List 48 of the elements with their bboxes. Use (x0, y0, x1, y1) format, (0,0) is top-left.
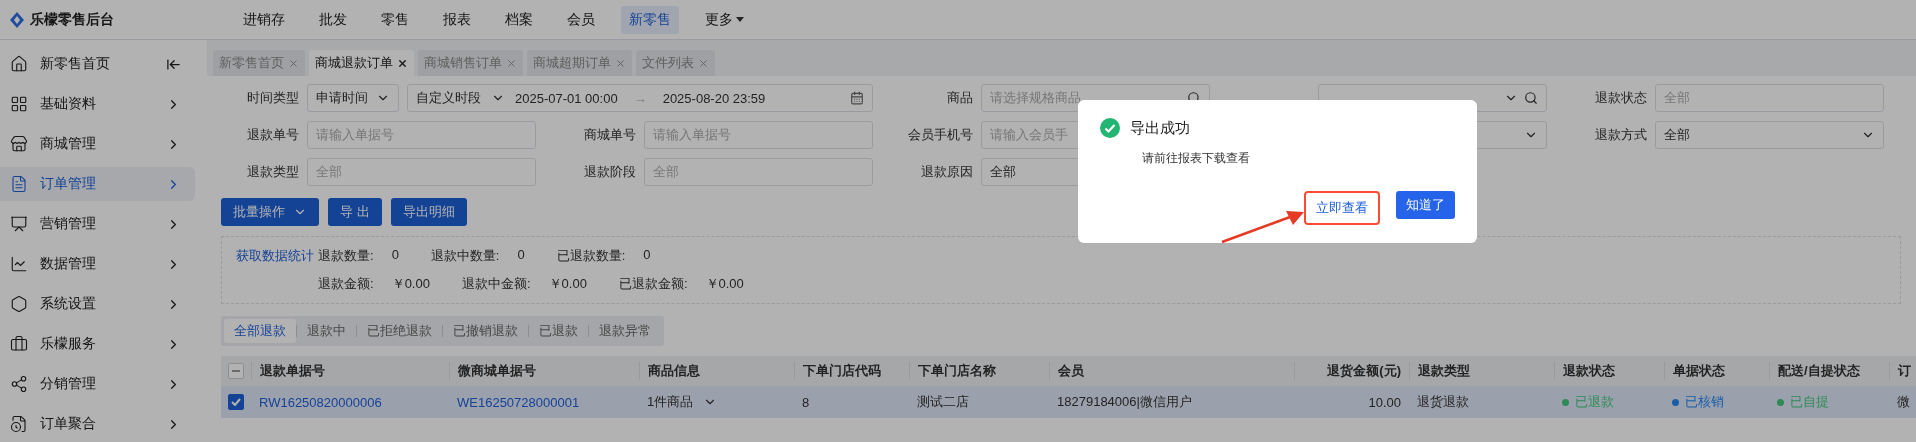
table-cell-text: 10.00 (1367, 394, 1402, 410)
field-label: 退款单号 (246, 126, 299, 144)
stat-value: ￥0.00 (548, 275, 587, 293)
column-header: 单据状态 (1664, 362, 1769, 380)
column-header: 商品信息 (639, 362, 794, 380)
column-header: 退货金额(元) (1294, 362, 1409, 380)
table-cell-text: 8 (801, 394, 811, 410)
dialog-message: 请前往报表下载查看 (1142, 150, 1251, 167)
stat-value: 0 (517, 247, 525, 264)
stat-label: 退款数量: (318, 247, 374, 265)
column-header: 微商城单据号 (449, 362, 639, 380)
dialog-title: 导出成功 (1130, 118, 1190, 138)
column-header: 订 (1889, 362, 1916, 380)
column-header: 配送/自提状态 (1769, 362, 1889, 380)
field-label: 时间类型 (246, 89, 299, 107)
app-title: 乐檬零售后台 (30, 10, 114, 29)
table-cell-text: 微 (1896, 393, 1911, 411)
field-label: 退款原因 (920, 163, 973, 181)
stat-label: 退款金额: (318, 275, 374, 293)
field-label: 退款方式 (1594, 126, 1647, 144)
column-header: 退款类型 (1409, 362, 1554, 380)
status-text: 已核销 (1685, 393, 1724, 411)
field-label: 退款状态 (1594, 89, 1647, 107)
field-label: 退款阶段 (583, 163, 636, 181)
column-header: 退款单据号 (251, 362, 449, 380)
stat-value: ￥0.00 (705, 275, 744, 293)
stat-label: 已退款金额: (618, 275, 688, 293)
column-header: 会员 (1049, 362, 1294, 380)
stat-value: 0 (643, 247, 651, 264)
status-text: 已自提 (1790, 393, 1829, 411)
status-text: 已退款 (1575, 393, 1614, 411)
field-label: 退款类型 (246, 163, 299, 181)
field-label: 会员手机号 (907, 126, 973, 144)
stat-label: 退款中金额: (461, 275, 531, 293)
range-arrow: → (633, 90, 647, 106)
table-cell-text: 18279184006|微信用户 (1056, 393, 1193, 411)
column-header: 下单门店代码 (794, 362, 909, 380)
field-label: 商品 (946, 89, 973, 107)
stat-label: 退款中数量: (430, 247, 500, 265)
column-header: 下单门店名称 (909, 362, 1049, 380)
stat-label: 已退款数量: (556, 247, 626, 265)
column-header: 退款状态 (1554, 362, 1664, 380)
stat-value: ￥0.00 (391, 275, 430, 293)
stat-value: 0 (391, 247, 399, 264)
table-cell-text: 测试二店 (916, 393, 970, 411)
table-cell-text: 退货退款 (1416, 393, 1470, 411)
table-cell: 1件商品 (639, 393, 794, 411)
field-label: 商城单号 (583, 126, 636, 144)
